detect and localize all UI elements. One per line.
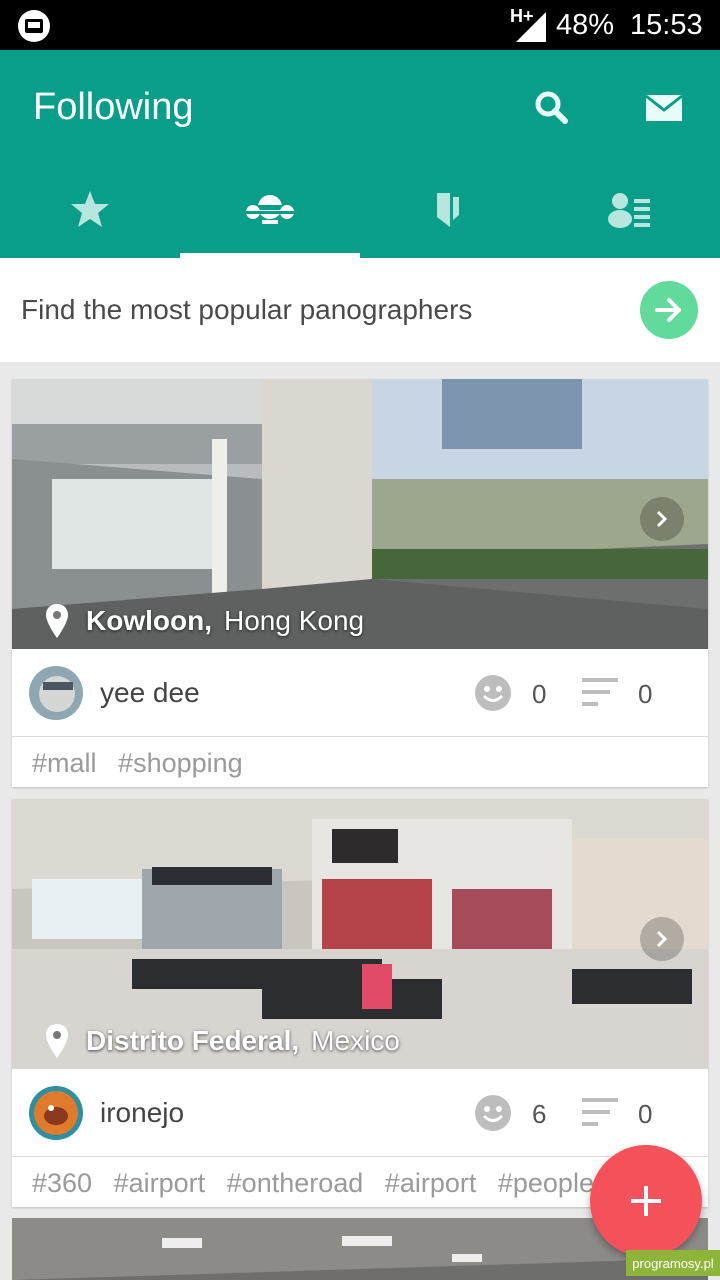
tag[interactable]: #ontheroad [227, 1168, 364, 1198]
tab-featured[interactable] [0, 180, 180, 258]
search-icon[interactable] [530, 86, 574, 130]
next-button[interactable] [640, 917, 684, 961]
chevron-right-icon [656, 510, 668, 528]
notification-icon [18, 10, 50, 42]
comment-count: 0 [638, 679, 653, 709]
banner-text: Find the most popular panographers [21, 294, 473, 325]
clock: 15:53 [630, 9, 703, 41]
location-label: Distrito Federal, Mexico [46, 1021, 400, 1061]
comment-lines-icon[interactable] [582, 1096, 618, 1130]
add-pano-button[interactable] [590, 1145, 702, 1257]
tag[interactable]: #people [498, 1168, 594, 1198]
people-list-icon [608, 193, 650, 228]
arrow-right-icon [655, 298, 681, 322]
avatar[interactable] [29, 1086, 83, 1140]
tag[interactable]: #airport [114, 1168, 206, 1198]
comment-count: 0 [638, 1099, 653, 1129]
username[interactable]: ironejo [100, 1097, 184, 1129]
avatar-image [29, 666, 83, 720]
popular-panographers-banner[interactable]: Find the most popular panographers [0, 258, 720, 362]
tab-bookmarks[interactable] [360, 180, 540, 258]
pano-image[interactable]: Kowloon, Hong Kong [12, 379, 708, 649]
battery-level: 48% [556, 9, 615, 41]
like-count: 0 [532, 679, 547, 709]
bookmark-icon [437, 193, 463, 227]
comment-lines-icon[interactable] [582, 676, 618, 710]
location-city: Distrito Federal, [86, 1025, 300, 1056]
location-label: Kowloon, Hong Kong [46, 601, 364, 641]
chevron-right-icon [656, 930, 668, 948]
mail-icon[interactable] [642, 86, 686, 130]
card-meta: ironejo 6 0 [12, 1069, 708, 1157]
go-button[interactable] [640, 281, 698, 339]
map-pin-icon [46, 1024, 68, 1058]
watermark: programosy.pl [626, 1250, 720, 1276]
tag[interactable]: #shopping [118, 748, 243, 778]
tab-bar [0, 180, 720, 258]
location-region: Hong Kong [223, 605, 365, 636]
signal-icon [516, 12, 546, 42]
pano-card[interactable]: Kowloon, Hong Kong yee dee 0 0 #mall #sh… [12, 379, 708, 787]
next-button[interactable] [640, 497, 684, 541]
smiley-icon[interactable] [474, 1094, 512, 1132]
pano-image[interactable]: Distrito Federal, Mexico [12, 799, 708, 1069]
location-region: Mexico [311, 1025, 400, 1056]
tab-following-list[interactable] [540, 180, 720, 258]
card-meta: yee dee 0 0 [12, 649, 708, 737]
star-icon [71, 191, 109, 227]
panographers-icon [240, 195, 300, 224]
app-bar: Following [0, 50, 720, 258]
status-bar: H+ 48% 15:53 [0, 0, 720, 50]
pano-card[interactable]: Distrito Federal, Mexico ironejo 6 0 #36… [12, 799, 708, 1207]
location-city: Kowloon, [86, 605, 212, 636]
plus-icon [631, 1186, 661, 1216]
tag[interactable]: #360 [32, 1168, 92, 1198]
tag[interactable]: #airport [385, 1168, 477, 1198]
tag-list: #mall #shopping [12, 737, 708, 787]
username[interactable]: yee dee [100, 677, 200, 709]
smiley-icon[interactable] [474, 674, 512, 712]
avatar[interactable] [29, 666, 83, 720]
map-pin-icon [46, 604, 68, 638]
page-title: Following [33, 86, 194, 128]
tab-panographers[interactable] [180, 180, 360, 258]
tag[interactable]: #mall [32, 748, 97, 778]
like-count: 6 [532, 1099, 547, 1129]
avatar-image [29, 1086, 83, 1140]
